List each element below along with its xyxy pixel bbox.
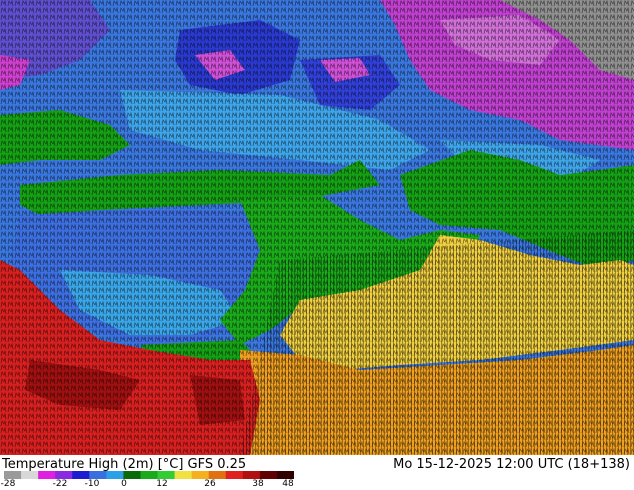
legend-tick: 12 [156,479,168,489]
color-scale-bar [4,471,294,479]
map-title: Temperature High (2m) [°C] GFS 0.25 [2,457,247,472]
legend-tick: 48 [282,479,294,489]
temperature-map [0,0,634,455]
legend-swatch [208,471,227,479]
legend-ticks: -28 -22 -10 0 12 26 38 48 [0,479,320,490]
legend-swatch [123,471,141,479]
legend-swatch [157,471,176,479]
legend-swatch [38,471,56,479]
texture-warm-lines [240,230,634,455]
legend-swatch [4,471,22,479]
legend-swatch [72,471,90,479]
map-canvas [0,0,634,455]
color-legend [4,471,294,479]
legend-swatch [89,471,107,479]
legend-swatch [21,471,39,479]
legend-swatch [225,471,244,479]
legend-tick: 0 [121,479,127,489]
legend-swatch [140,471,159,479]
legend-swatch [259,471,278,479]
legend-swatch [242,471,261,479]
map-footer: Temperature High (2m) [°C] GFS 0.25 Mo 1… [0,455,634,490]
legend-swatch [174,471,193,479]
legend-swatch [191,471,210,479]
legend-swatch [106,471,124,479]
run-timestamp: Mo 15-12-2025 12:00 UTC (18+138) [393,457,630,472]
legend-tick: -10 [84,479,100,489]
legend-swatch [55,471,73,479]
legend-tick: -28 [0,479,16,489]
legend-tick: -22 [52,479,68,489]
legend-tick: 38 [252,479,264,489]
legend-tick: 26 [204,479,216,489]
